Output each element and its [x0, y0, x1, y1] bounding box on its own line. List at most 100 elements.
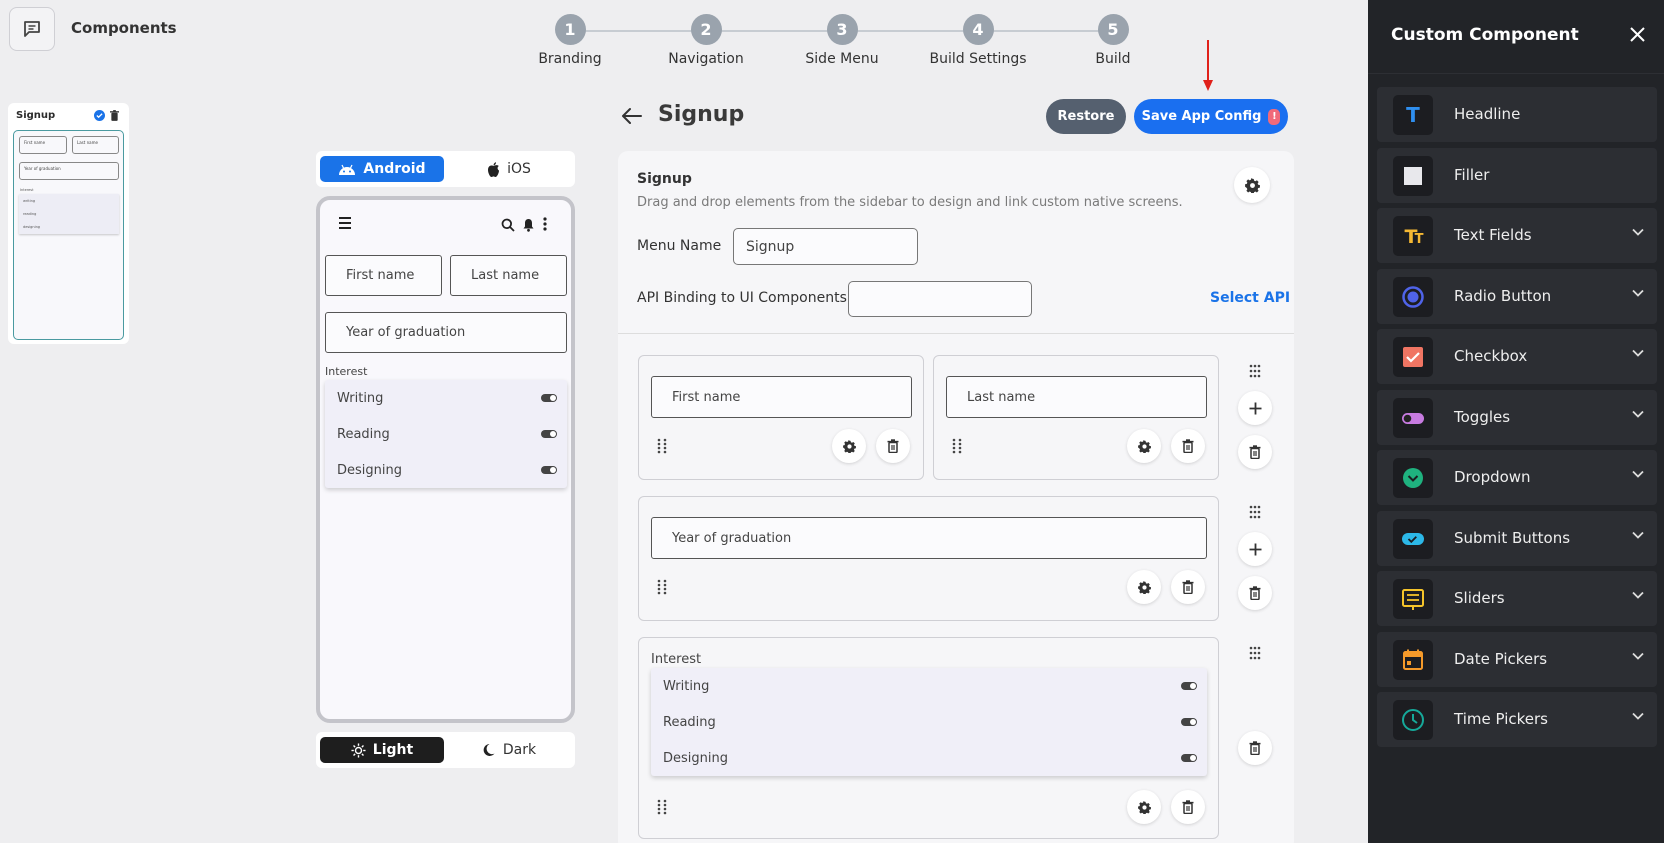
toggle-switch[interactable]	[541, 466, 557, 474]
chevron-down-icon[interactable]	[1632, 712, 1644, 720]
row-drag-handle-icon[interactable]	[1249, 646, 1261, 660]
trash-icon[interactable]	[110, 110, 119, 121]
first-name-field[interactable]: First name	[325, 255, 442, 296]
radio-icon	[1393, 277, 1433, 317]
year-of-graduation-field[interactable]: Year of graduation	[651, 517, 1207, 559]
red-arrow-icon	[1202, 40, 1214, 92]
api-binding-input[interactable]	[848, 281, 1032, 317]
drag-handle-icon[interactable]	[657, 579, 667, 595]
field-settings-button[interactable]	[1127, 570, 1161, 604]
last-name-field[interactable]: Last name	[450, 255, 567, 296]
drag-handle-icon[interactable]	[657, 799, 667, 815]
delete-row-button[interactable]	[1238, 731, 1272, 765]
panel-item-label: Headline	[1454, 105, 1521, 123]
toggle-switch[interactable]	[1181, 754, 1197, 762]
menu-name-input[interactable]: Signup	[733, 228, 918, 265]
field-delete-button[interactable]	[876, 429, 910, 463]
hamburger-menu-icon[interactable]	[339, 217, 353, 229]
field-delete-button[interactable]	[1171, 790, 1205, 824]
thumb-interest-card: writing reading designing	[19, 194, 119, 234]
back-arrow-icon[interactable]	[620, 104, 644, 128]
step-label: Side Menu	[805, 51, 879, 67]
field-delete-button[interactable]	[1171, 429, 1205, 463]
interest-block[interactable]: Interest Writing Reading Designing	[638, 637, 1219, 839]
step-build[interactable]: 5 Build	[1043, 14, 1183, 67]
chat-icon	[22, 19, 42, 39]
sliders-icon	[1393, 579, 1433, 619]
row-drag-handle-icon[interactable]	[1249, 364, 1261, 378]
year-of-graduation-field[interactable]: Year of graduation	[325, 312, 567, 353]
chevron-down-icon[interactable]	[1632, 289, 1644, 297]
panel-item-time-pickers[interactable]: Time Pickers	[1377, 692, 1657, 747]
field-settings-button[interactable]	[1127, 429, 1161, 463]
panel-item-toggles[interactable]: Toggles	[1377, 390, 1657, 445]
panel-item-dropdown[interactable]: Dropdown	[1377, 450, 1657, 505]
step-number: 3	[826, 14, 858, 45]
panel-item-date-pickers[interactable]: Date Pickers	[1377, 632, 1657, 687]
android-label: Android	[363, 161, 426, 177]
toggle-row-reading: Reading	[663, 712, 1197, 732]
select-api-link[interactable]: Select API	[1210, 290, 1290, 306]
step-side-menu[interactable]: 3 Side Menu	[772, 14, 912, 67]
first-name-field[interactable]: First name	[651, 376, 912, 418]
text-fields-icon: TT	[1393, 216, 1433, 256]
step-branding[interactable]: 1 Branding	[500, 14, 640, 67]
field-settings-button[interactable]	[832, 429, 866, 463]
chevron-down-icon[interactable]	[1632, 228, 1644, 236]
panel-item-text-fields[interactable]: T T Text Fields	[1377, 208, 1657, 263]
panel-item-checkbox[interactable]: Checkbox	[1377, 329, 1657, 384]
screen-thumbnail[interactable]: Signup First name Last name Year of grad…	[8, 103, 129, 344]
panel-item-submit-buttons[interactable]: Submit Buttons	[1377, 511, 1657, 566]
first-name-block[interactable]: First name	[638, 355, 924, 480]
dark-mode-button[interactable]: Dark	[447, 737, 571, 763]
trash-icon	[1182, 800, 1194, 814]
chevron-down-icon[interactable]	[1632, 531, 1644, 539]
year-block[interactable]: Year of graduation	[638, 496, 1219, 621]
chevron-down-icon[interactable]	[1632, 410, 1644, 418]
drag-handle-icon[interactable]	[952, 438, 962, 454]
thumb-row: reading	[23, 212, 37, 216]
last-name-field[interactable]: Last name	[946, 376, 1207, 418]
panel-item-radio-button[interactable]: Radio Button	[1377, 269, 1657, 324]
toggle-switch[interactable]	[1181, 682, 1197, 690]
save-app-config-button[interactable]: Save App Config !	[1134, 99, 1288, 134]
add-field-button[interactable]	[1238, 532, 1272, 566]
components-button[interactable]	[9, 7, 55, 51]
panel-item-headline[interactable]: T Headline	[1377, 87, 1657, 142]
delete-row-button[interactable]	[1238, 576, 1272, 610]
editor-settings-button[interactable]	[1234, 167, 1270, 203]
thumb-first-name: First name	[19, 136, 67, 154]
chevron-down-icon[interactable]	[1632, 349, 1644, 357]
bell-icon[interactable]	[522, 218, 535, 232]
field-settings-button[interactable]	[1127, 790, 1161, 824]
restore-button[interactable]: Restore	[1046, 99, 1126, 134]
android-button[interactable]: Android	[320, 156, 444, 182]
drag-handle-icon[interactable]	[657, 438, 667, 454]
ios-button[interactable]: iOS	[447, 156, 571, 182]
light-mode-button[interactable]: Light	[320, 737, 444, 763]
chevron-down-icon[interactable]	[1632, 652, 1644, 660]
step-label: Navigation	[668, 51, 744, 67]
chevron-down-icon[interactable]	[1632, 470, 1644, 478]
plus-icon	[1249, 543, 1262, 556]
field-delete-button[interactable]	[1171, 570, 1205, 604]
last-name-block[interactable]: Last name	[933, 355, 1219, 480]
components-title: Components	[71, 19, 177, 37]
row-drag-handle-icon[interactable]	[1249, 505, 1261, 519]
toggle-switch[interactable]	[541, 430, 557, 438]
close-icon[interactable]	[1630, 27, 1645, 42]
panel-item-sliders[interactable]: Sliders	[1377, 571, 1657, 626]
panel-item-filler[interactable]: Filler	[1377, 148, 1657, 203]
step-build-settings[interactable]: 4 Build Settings	[908, 14, 1048, 67]
add-field-button[interactable]	[1238, 391, 1272, 425]
more-vertical-icon[interactable]	[543, 217, 547, 231]
toggle-switch[interactable]	[541, 394, 557, 402]
delete-row-button[interactable]	[1238, 435, 1272, 469]
toggle-switch[interactable]	[1181, 718, 1197, 726]
editor-subtitle: Drag and drop elements from the sidebar …	[637, 195, 1183, 210]
search-icon[interactable]	[501, 218, 515, 232]
chevron-down-icon[interactable]	[1632, 591, 1644, 599]
filler-icon	[1393, 156, 1433, 196]
toggle-label: Designing	[663, 750, 728, 766]
step-navigation[interactable]: 2 Navigation	[636, 14, 776, 67]
